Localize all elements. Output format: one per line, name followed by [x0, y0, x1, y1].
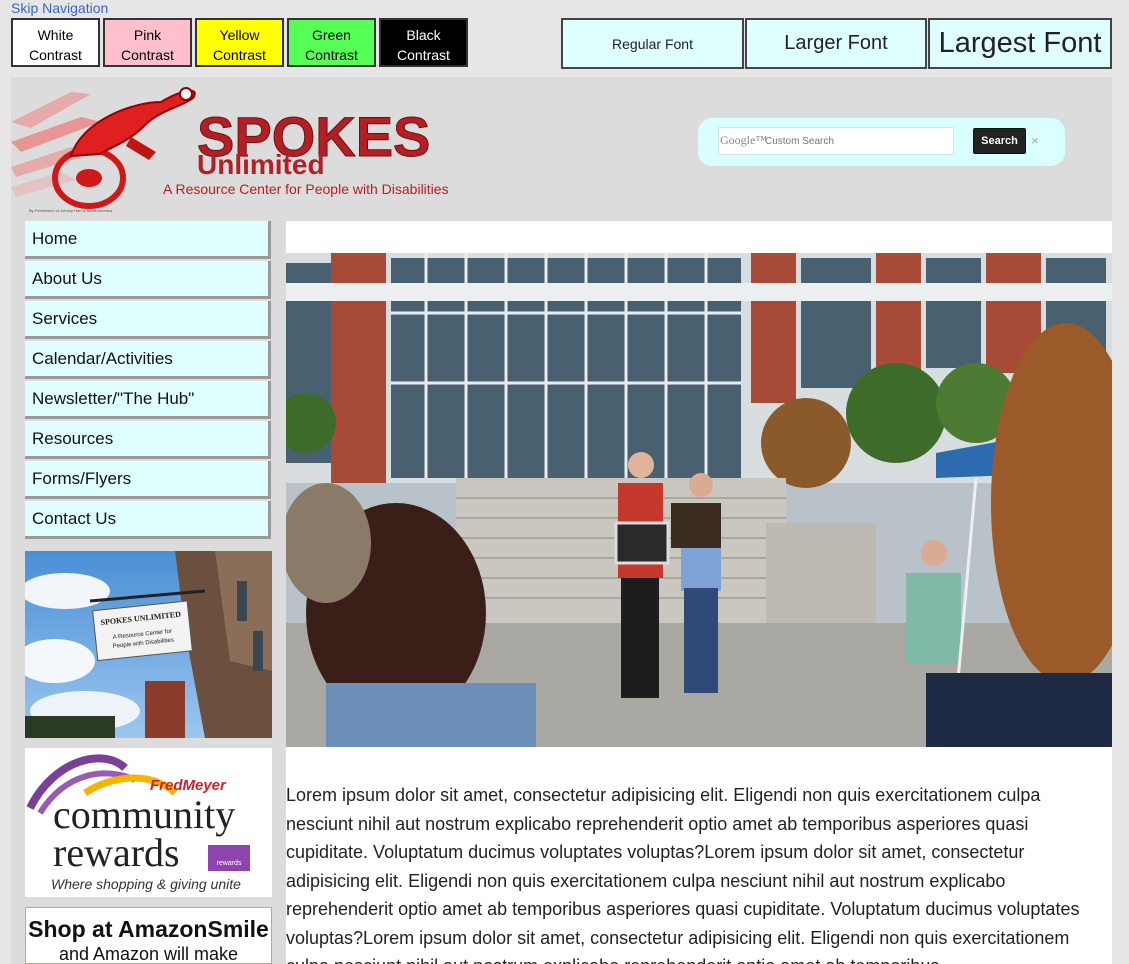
rewards-card-label: rewards	[217, 860, 242, 867]
body-paragraph: Lorem ipsum dolor sit amet, consectetur …	[286, 785, 1080, 964]
larger-font-button[interactable]: Larger Font	[745, 18, 927, 69]
yellow-contrast-button[interactable]: Yellow Contrast	[195, 18, 284, 67]
clear-search-icon[interactable]: ×	[1031, 133, 1039, 148]
nav-calendar-activities[interactable]: Calendar/Activities	[25, 341, 271, 379]
search-button[interactable]: Search	[973, 128, 1026, 154]
search-container: Google™ Search ×	[698, 118, 1065, 166]
content-area: Lorem ipsum dolor sit amet, consectetur …	[286, 221, 1112, 964]
nav-about-us[interactable]: About Us	[25, 261, 271, 299]
search-input[interactable]	[718, 127, 954, 155]
contrast-label: Contrast	[29, 47, 82, 63]
contrast-label: Contrast	[213, 47, 266, 63]
logo-tagline: A Resource Center for People with Disabi…	[163, 181, 449, 197]
regular-font-button[interactable]: Regular Font	[561, 18, 744, 69]
contrast-label: Contrast	[121, 47, 174, 63]
amazon-smile-ad[interactable]: Shop at AmazonSmile and Amazon will make	[25, 907, 272, 964]
fredmeyer-rewards: rewards	[53, 830, 180, 875]
white-contrast-button[interactable]: White Contrast	[11, 18, 100, 67]
storefront-sign-image: SPOKES UNLIMITED A Resource Center for P…	[25, 551, 272, 738]
contrast-label: Contrast	[397, 47, 450, 63]
contrast-label: Yellow	[219, 27, 260, 43]
largest-font-button[interactable]: Largest Font	[928, 18, 1112, 69]
black-contrast-button[interactable]: Black Contrast	[379, 18, 468, 67]
site-logo[interactable]: SPOKES Unlimited A Resource Center for P…	[11, 82, 451, 214]
contrast-label: Pink	[133, 27, 162, 43]
green-contrast-button[interactable]: Green Contrast	[287, 18, 376, 67]
fred-meyer-rewards-ad[interactable]: FredMeyer community rewards rewards Wher…	[25, 748, 272, 897]
logo-unlimited-text: Unlimited	[197, 149, 325, 180]
nav-services[interactable]: Services	[25, 301, 271, 339]
nav-home[interactable]: Home	[25, 221, 271, 259]
contrast-label: Green	[312, 27, 351, 43]
logo-credit: By Permission of Johnny Hart & News Amer…	[29, 208, 113, 213]
fredmeyer-tagline: Where shopping & giving unite	[51, 876, 241, 892]
amazon-title: Shop at AmazonSmile	[28, 916, 269, 942]
contrast-label: Black	[406, 27, 441, 43]
nav-contact-us[interactable]: Contact Us	[25, 501, 271, 539]
contrast-label: White	[37, 27, 74, 43]
contrast-label: Contrast	[305, 47, 358, 63]
amazon-subtitle: and Amazon will make	[58, 944, 239, 964]
hero-photo	[286, 253, 1112, 747]
skip-navigation-link[interactable]: Skip Navigation	[11, 0, 108, 16]
nav-resources[interactable]: Resources	[25, 421, 271, 459]
nav-newsletter[interactable]: Newsletter/"The Hub"	[25, 381, 271, 419]
pink-contrast-button[interactable]: Pink Contrast	[103, 18, 192, 67]
nav-forms-flyers[interactable]: Forms/Flyers	[25, 461, 271, 499]
